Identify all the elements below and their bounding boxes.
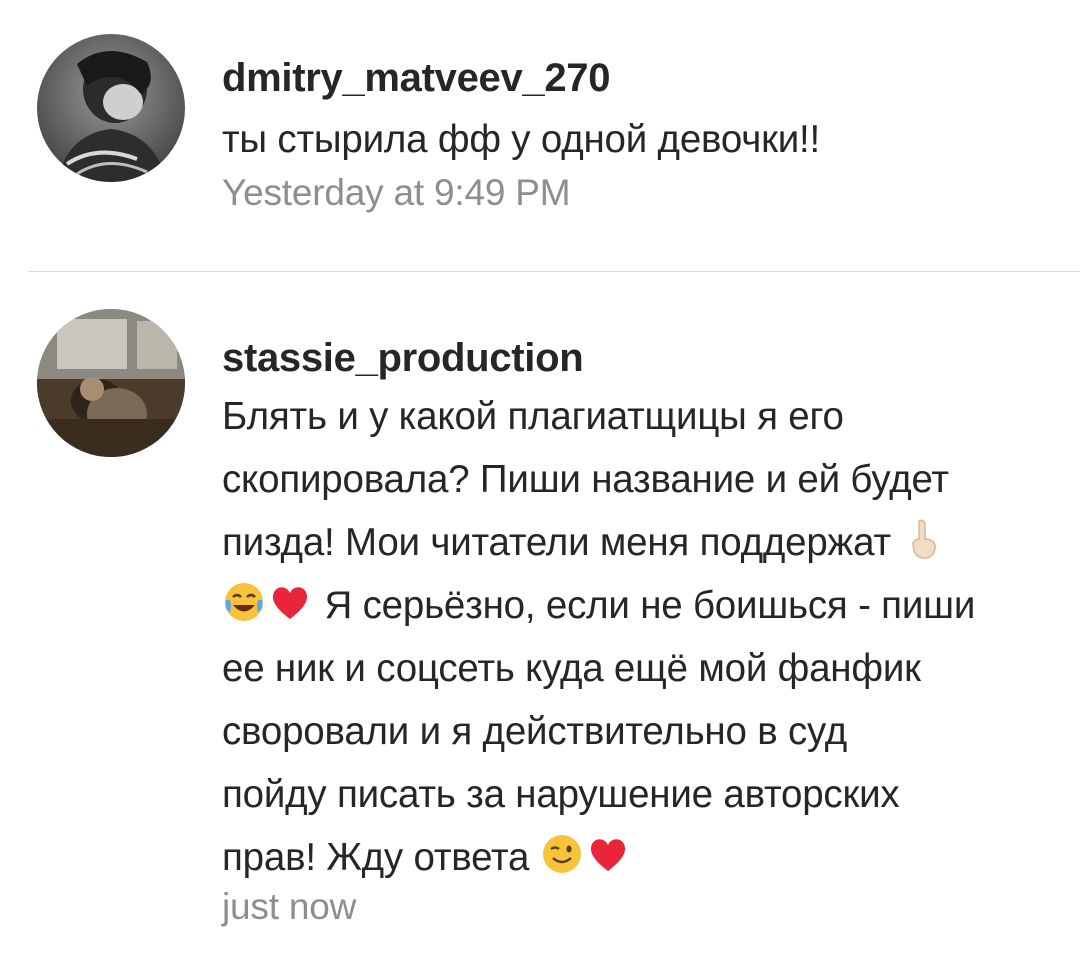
comment-text-line-with-emoji: пизда! Мои читатели меня поддержат [222, 511, 1060, 574]
dark-portrait-avatar-icon [37, 34, 185, 182]
comment-text-segment: прав! Жду ответа [222, 836, 530, 879]
comment-username[interactable]: dmitry_matveev_270 [222, 54, 611, 102]
comment-text-line: пойду писать за нарушение авторских [222, 773, 900, 816]
comment-text: ты стырила фф у одной девочки!! [222, 118, 821, 161]
train-interior-avatar-icon [37, 309, 185, 457]
avatar[interactable] [37, 309, 185, 457]
comment-timestamp: just now [222, 886, 357, 927]
red-heart-emoji-icon [268, 580, 312, 624]
comment-text-line: своровали и я действительно в суд [222, 710, 848, 753]
winking-face-emoji-icon [540, 832, 584, 876]
comment-timestamp: Yesterday at 9:49 PM [222, 172, 571, 213]
comment-text-line-with-emoji: Я серьёзно, если не боишься - пиши [222, 574, 1060, 637]
comment-text-segment: Я серьёзно, если не боишься - пиши [324, 584, 976, 627]
comment-text-line: Блять и у какой плагиатщицы я его [222, 395, 844, 438]
tears-of-joy-emoji-icon [222, 580, 266, 624]
comment-text-line-with-emoji: прав! Жду ответа [222, 826, 1060, 889]
comment-text-segment: пизда! Мои читатели меня поддержат [222, 521, 891, 564]
comment-text-line: скопировала? Пиши название и ей будет [222, 458, 949, 501]
index-pointing-up-emoji-icon [901, 517, 945, 561]
comment-username[interactable]: stassie_production [222, 334, 584, 382]
comment-text-line: ее ник и соцсеть куда ещё мой фанфик [222, 647, 921, 690]
comment-item: stassie_production Блять и у какой плаги… [0, 272, 1080, 980]
avatar[interactable] [37, 34, 185, 182]
red-heart-emoji-icon [586, 832, 630, 876]
comment-item: dmitry_matveev_270 ты стырила фф у одной… [0, 0, 1080, 271]
